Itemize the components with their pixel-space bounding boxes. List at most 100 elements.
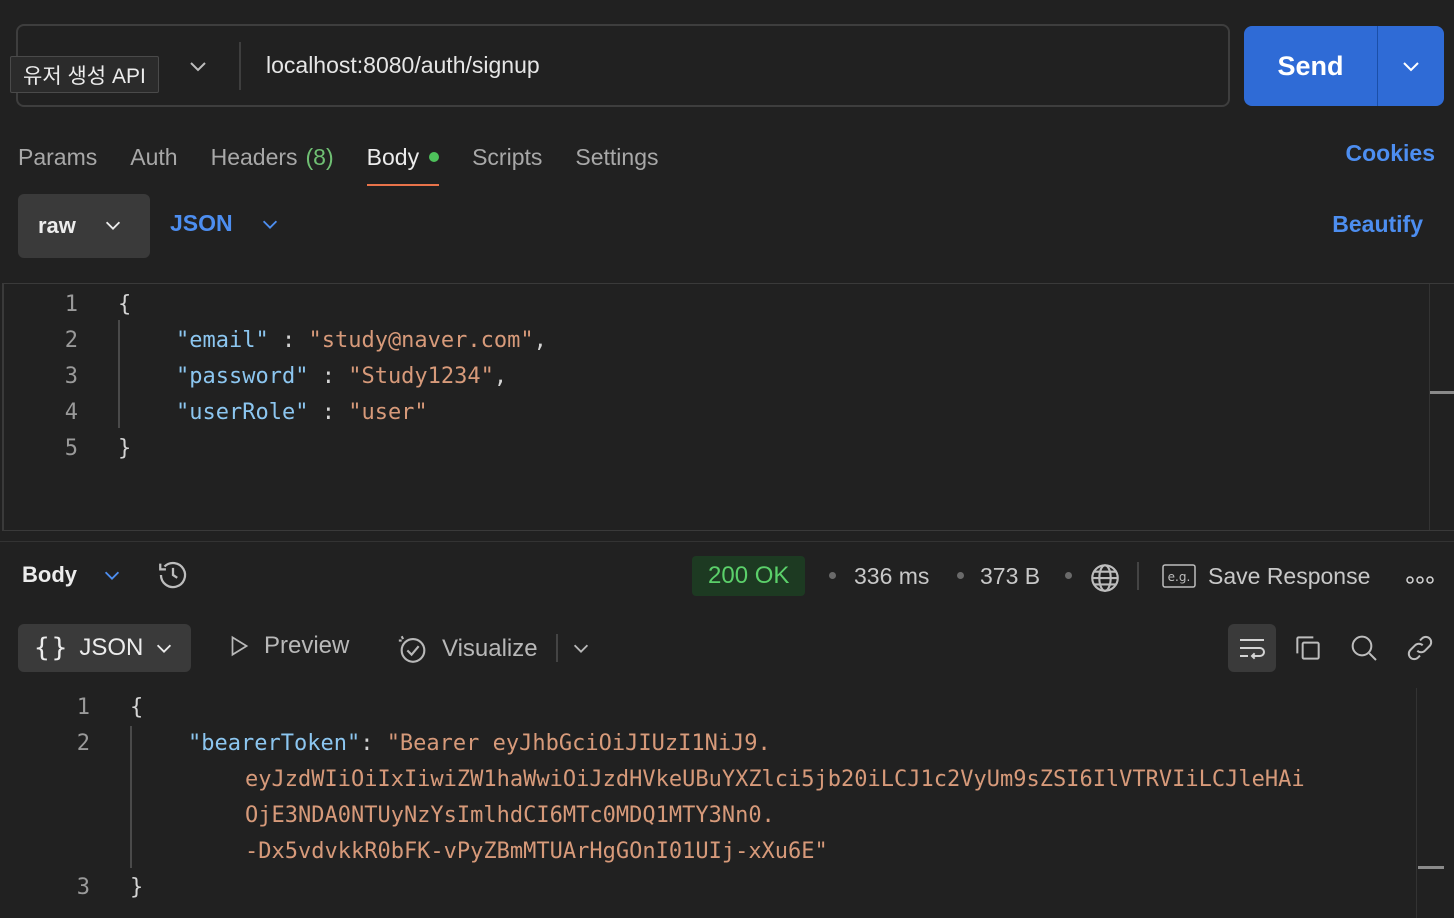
svg-text:e.g.: e.g. xyxy=(1168,570,1191,584)
beautify-button[interactable]: Beautify xyxy=(1332,211,1423,238)
wrap-lines-icon xyxy=(1240,639,1265,660)
pane-divider[interactable] xyxy=(0,541,1454,542)
url-input[interactable]: localhost:8080/auth/signup xyxy=(266,26,540,105)
copy-button[interactable] xyxy=(1284,624,1332,672)
code-line-wrapped: -Dx5vdvkkR0bFK-vPyZBmMTUArHgGOnI01UIj-xX… xyxy=(245,833,828,869)
tab-label: Auth xyxy=(130,143,178,170)
body-format-dropdown[interactable]: JSON xyxy=(170,210,281,237)
more-options-icon[interactable] xyxy=(1404,560,1436,600)
status-badge[interactable]: 200 OK xyxy=(692,556,806,596)
visualize-label: Visualize xyxy=(442,635,538,662)
code-line: 5 } xyxy=(4,430,132,466)
response-scrollbar[interactable] xyxy=(1416,688,1417,918)
tab-scripts[interactable]: Scripts xyxy=(472,130,542,186)
json-comma: , xyxy=(533,327,547,353)
code-line: 3 } xyxy=(16,869,144,905)
code-line: 2 "bearerToken": "Bearer eyJhbGciOiJIUzI… xyxy=(16,725,771,761)
code-line: 1 { xyxy=(4,286,132,322)
search-icon xyxy=(1351,635,1377,661)
json-separator: : xyxy=(308,399,349,425)
json-key: "email" xyxy=(176,327,269,353)
modified-dot-icon xyxy=(429,152,440,162)
code-text: { xyxy=(130,694,144,720)
json-separator: : xyxy=(308,363,349,389)
response-view-label: Body xyxy=(22,562,77,587)
preview-label: Preview xyxy=(264,632,350,659)
play-icon xyxy=(231,635,249,657)
tab-label: Headers xyxy=(210,143,298,170)
tab-headers[interactable]: Headers (8) xyxy=(211,130,334,186)
tab-params[interactable]: Params xyxy=(18,130,97,186)
editor-scrollbar[interactable] xyxy=(1429,284,1430,530)
example-icon: e.g. xyxy=(1162,564,1196,588)
globe-icon[interactable] xyxy=(1088,558,1122,598)
request-name[interactable]: 유저 생성 API xyxy=(10,56,159,93)
response-format-label: JSON xyxy=(79,634,144,661)
url-bar: 유저 생성 API localhost:8080/auth/signup xyxy=(10,24,1230,107)
body-type-dropdown[interactable]: raw xyxy=(18,194,150,258)
wrap-lines-button[interactable] xyxy=(1228,624,1276,672)
meta-separator xyxy=(829,572,836,579)
meta-separator xyxy=(957,572,964,579)
line-number: 1 xyxy=(64,291,78,317)
code-text: } xyxy=(118,435,132,461)
search-button[interactable] xyxy=(1340,624,1388,672)
chevron-down-icon[interactable] xyxy=(186,54,210,78)
save-response-button[interactable]: e.g. Save Response xyxy=(1162,556,1370,596)
json-value-continued: eyJzdWIiOiIxIiwiZW1haWwiOiJzdHVkeUBuYXZl… xyxy=(245,766,1305,792)
toolbar-divider xyxy=(1137,562,1139,590)
chevron-down-icon xyxy=(157,644,172,653)
code-line: 4 "userRole" : "user" xyxy=(4,394,428,430)
send-options-button[interactable] xyxy=(1378,26,1444,106)
visualize-button[interactable]: Visualize xyxy=(396,632,538,666)
braces-icon: {} xyxy=(34,633,70,663)
response-scroll-thumb[interactable] xyxy=(1418,866,1444,869)
save-response-label: Save Response xyxy=(1208,562,1371,589)
tab-settings[interactable]: Settings xyxy=(575,130,658,186)
line-number: 3 xyxy=(64,363,78,389)
json-separator: : xyxy=(268,327,309,353)
json-key: "userRole" xyxy=(176,399,309,425)
chevron-down-icon xyxy=(1403,62,1419,72)
response-time[interactable]: 336 ms xyxy=(854,556,929,596)
send-button[interactable]: Send xyxy=(1244,26,1378,106)
headers-count: (8) xyxy=(305,143,334,170)
chevron-down-icon[interactable] xyxy=(570,637,592,659)
json-value: "user" xyxy=(348,399,428,425)
link-icon xyxy=(1407,635,1433,661)
json-key: "bearerToken" xyxy=(188,730,361,756)
body-format-label: JSON xyxy=(170,210,233,236)
json-value-continued: -Dx5vdvkkR0bFK-vPyZBmMTUArHgGOnI01UIj-xX… xyxy=(245,838,828,864)
code-line: 1 { xyxy=(16,689,144,725)
code-line: 2 "email" : "study@naver.com", xyxy=(4,322,547,358)
tab-auth[interactable]: Auth xyxy=(130,130,177,186)
url-divider xyxy=(239,42,241,90)
json-key: "password" xyxy=(176,363,309,389)
request-body-editor[interactable]: 1 { 2 "email" : "study@naver.com", 3 "pa… xyxy=(2,283,1454,531)
tab-label: Settings xyxy=(575,143,659,170)
code-line: 3 "password" : "Study1234", xyxy=(4,358,507,394)
history-icon[interactable] xyxy=(156,558,190,592)
response-format-dropdown[interactable]: {} JSON xyxy=(18,624,191,672)
send-button-group: Send xyxy=(1244,26,1444,106)
copy-icon xyxy=(1296,636,1320,660)
response-size[interactable]: 373 B xyxy=(980,556,1040,596)
body-type-label: raw xyxy=(38,213,76,238)
tab-label: Scripts xyxy=(472,143,543,170)
link-button[interactable] xyxy=(1396,624,1444,672)
chevron-down-icon xyxy=(104,571,120,580)
chevron-down-icon xyxy=(262,220,277,229)
cookies-link[interactable]: Cookies xyxy=(1346,140,1435,167)
code-text: } xyxy=(130,874,144,900)
line-number: 1 xyxy=(76,694,90,720)
json-value: "Bearer eyJhbGciOiJIUzI1NiJ9. xyxy=(386,730,771,756)
code-line-wrapped: eyJzdWIiOiIxIiwiZW1haWwiOiJzdHVkeUBuYXZl… xyxy=(245,761,1305,797)
preview-button[interactable]: Preview xyxy=(226,632,349,660)
json-separator: : xyxy=(360,730,387,756)
editor-scroll-thumb[interactable] xyxy=(1430,391,1454,394)
tab-label: Params xyxy=(18,143,98,170)
response-view-dropdown[interactable]: Body xyxy=(22,562,123,588)
line-number: 5 xyxy=(64,435,78,461)
tab-body[interactable]: Body xyxy=(366,130,440,186)
tab-label: Body xyxy=(366,143,420,170)
